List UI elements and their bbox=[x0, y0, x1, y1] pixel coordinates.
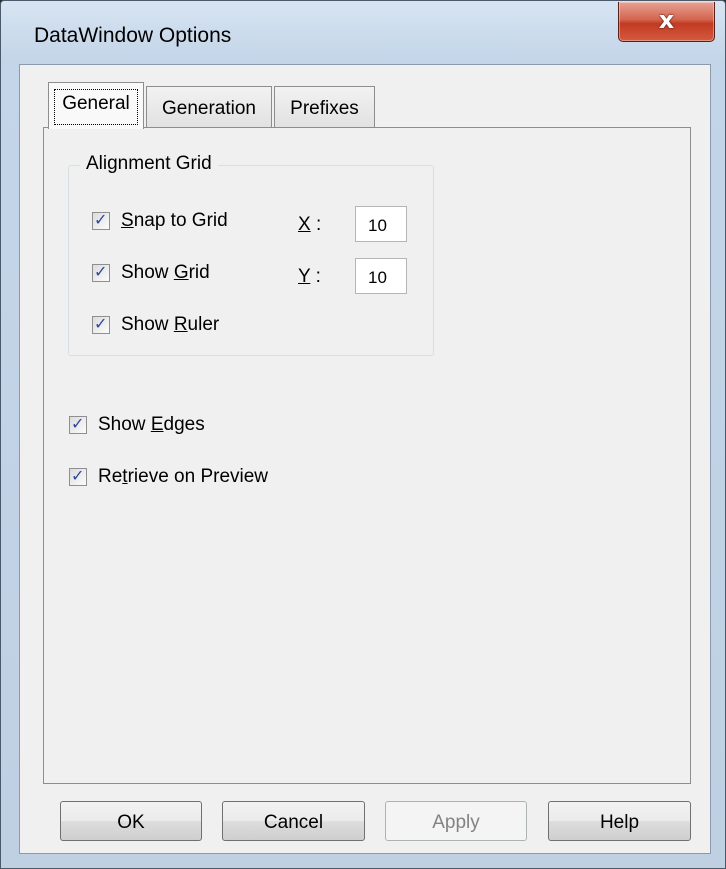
window-title: DataWindow Options bbox=[34, 24, 232, 47]
grid-x-input[interactable]: 10 bbox=[355, 206, 407, 242]
apply-button[interactable]: Apply bbox=[385, 801, 527, 841]
show-ruler-checkbox[interactable] bbox=[92, 314, 110, 334]
retrieve-on-preview-label[interactable]: Retrieve on Preview bbox=[98, 466, 268, 488]
tab-general-label: General bbox=[62, 93, 130, 114]
grid-y-input[interactable]: 10 bbox=[355, 258, 407, 294]
x-label: X : bbox=[298, 214, 322, 235]
close-icon: x bbox=[658, 6, 675, 34]
cancel-button[interactable]: Cancel bbox=[222, 801, 365, 841]
alignment-grid-title: Alignment Grid bbox=[80, 153, 218, 175]
show-edges-checkbox[interactable] bbox=[69, 414, 87, 434]
retrieve-on-preview-checkbox[interactable] bbox=[69, 466, 87, 486]
tab-prefixes[interactable]: Prefixes bbox=[274, 86, 375, 128]
help-button[interactable]: Help bbox=[548, 801, 691, 841]
y-label: Y : bbox=[298, 266, 321, 287]
show-grid-checkbox[interactable] bbox=[92, 262, 110, 282]
show-edges-label[interactable]: Show Edges bbox=[98, 414, 205, 436]
snap-to-grid-label[interactable]: Snap to Grid bbox=[121, 210, 228, 232]
tab-general[interactable]: General bbox=[48, 82, 144, 129]
close-button[interactable]: x bbox=[618, 2, 715, 42]
show-grid-label[interactable]: Show Grid bbox=[121, 262, 210, 284]
tab-prefixes-label: Prefixes bbox=[290, 98, 359, 119]
snap-to-grid-checkbox[interactable] bbox=[92, 210, 110, 230]
tab-generation[interactable]: Generation bbox=[146, 86, 272, 128]
ok-button[interactable]: OK bbox=[60, 801, 202, 841]
tab-generation-label: Generation bbox=[161, 98, 256, 119]
show-ruler-label[interactable]: Show Ruler bbox=[121, 314, 219, 336]
